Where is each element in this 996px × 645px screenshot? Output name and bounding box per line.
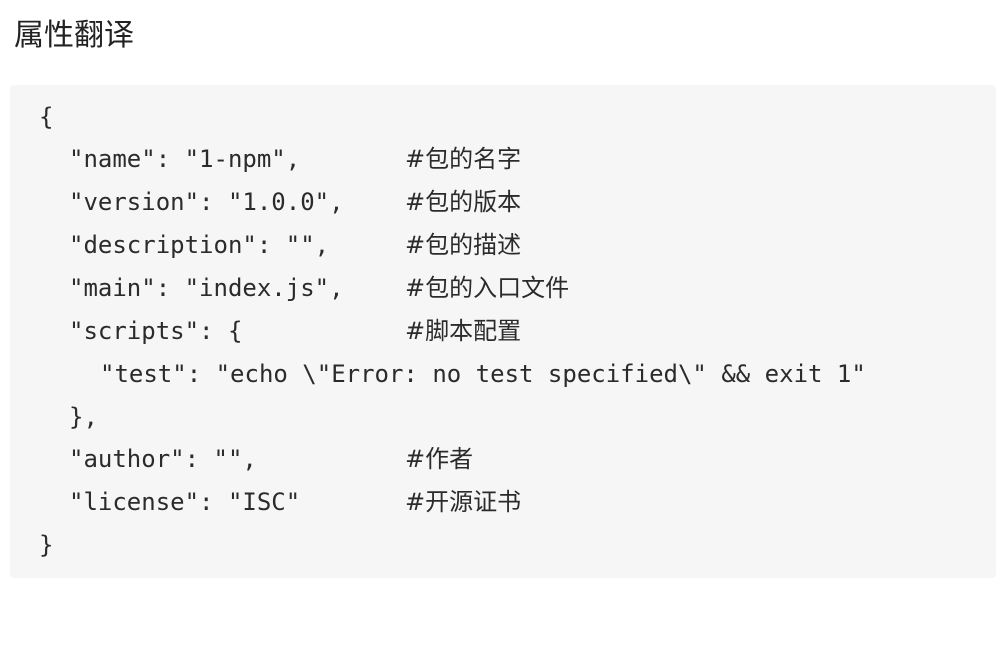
code-comment: #包的版本 xyxy=(405,188,522,216)
code-comment: #包的名字 xyxy=(405,145,522,173)
code-line-open-brace: { xyxy=(10,97,68,137)
code-text: "description": "", xyxy=(69,231,330,259)
code-line-main: "main": "index.js", #包的入口文件 xyxy=(10,268,569,308)
code-comment: #包的描述 xyxy=(405,231,522,259)
code-text: "scripts": { xyxy=(69,317,243,345)
code-line-test: "test": "echo \"Error: no test specified… xyxy=(10,354,866,394)
code-line-scripts-close: }, xyxy=(10,397,98,437)
code-line-scripts: "scripts": { #脚本配置 xyxy=(10,311,521,351)
code-comment: #作者 xyxy=(405,445,474,473)
code-text: "version": "1.0.0", xyxy=(69,188,344,216)
code-text: "author": "", xyxy=(69,445,257,473)
code-text: }, xyxy=(69,403,98,431)
code-text: "test": "echo \"Error: no test specified… xyxy=(100,360,866,388)
section-heading: 属性翻译 xyxy=(14,18,134,53)
code-line-name: "name": "1-npm", #包的名字 xyxy=(10,139,521,179)
code-text: } xyxy=(39,531,54,559)
code-text: "main": "index.js", xyxy=(69,274,344,302)
code-line-author: "author": "", #作者 xyxy=(10,439,473,479)
code-comment: #开源证书 xyxy=(405,488,522,516)
code-line-license: "license": "ISC" #开源证书 xyxy=(10,482,521,522)
code-comment: #包的入口文件 xyxy=(405,274,570,302)
code-text: { xyxy=(39,103,54,131)
code-line-description: "description": "", #包的描述 xyxy=(10,225,521,265)
code-line-version: "version": "1.0.0", #包的版本 xyxy=(10,182,521,222)
code-text: "license": "ISC" xyxy=(69,488,301,516)
code-comment: #脚本配置 xyxy=(405,317,522,345)
code-line-close-brace: } xyxy=(10,525,68,565)
code-text: "name": "1-npm", xyxy=(69,145,301,173)
code-block: { "name": "1-npm", #包的名字 "version": "1.0… xyxy=(10,85,996,578)
